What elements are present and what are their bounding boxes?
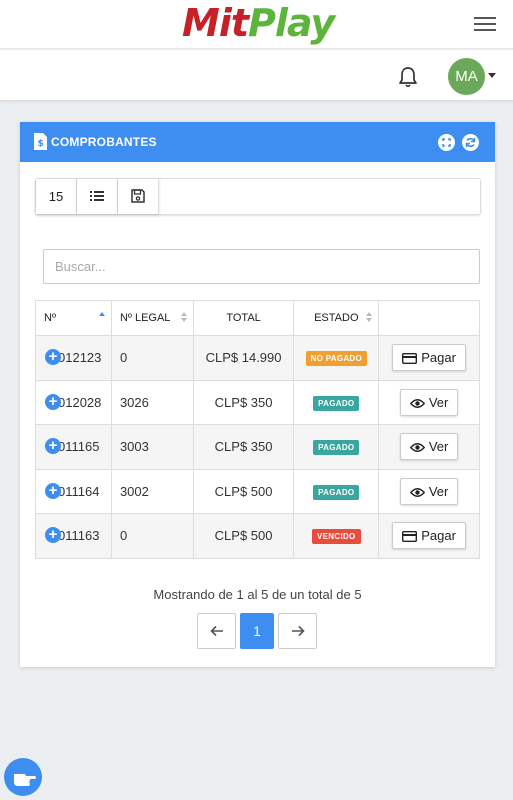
cell-total: CLP$ 350: [192, 424, 295, 470]
cell-action: Pagar: [378, 513, 480, 559]
column-header-actions: [378, 300, 480, 336]
cell-estado: NO PAGADO: [293, 335, 380, 381]
status-badge: VENCIDO: [312, 529, 361, 545]
cell-total: CLP$ 350: [192, 379, 295, 425]
page-size-button[interactable]: 15: [36, 179, 77, 214]
card-header: $ COMPROBANTES: [20, 122, 495, 162]
table-row: +011165 3003 CLP$ 350 PAGADO Ver: [35, 424, 480, 470]
card-title: COMPROBANTES: [51, 135, 157, 149]
cell-total: CLP$ 500: [192, 513, 295, 559]
bell-icon[interactable]: [398, 66, 418, 88]
column-header-numero[interactable]: Nº: [35, 300, 112, 336]
cell-numero: +012028: [35, 379, 112, 425]
next-page-button[interactable]: [278, 613, 317, 649]
help-fab-button[interactable]: [4, 758, 42, 796]
sort-icon: [366, 312, 373, 324]
fullscreen-icon[interactable]: [438, 134, 455, 151]
cell-legal: 0: [110, 513, 194, 559]
comprobantes-table: Nº Nº LEGAL TOTAL ESTADO +012123 0 CLP$ …: [35, 300, 480, 559]
table-row: +011164 3002 CLP$ 500 PAGADO Ver: [35, 468, 480, 514]
top-bar: MitPlay: [0, 0, 513, 49]
search-input[interactable]: [43, 249, 480, 284]
cell-numero: +012123: [35, 335, 112, 381]
cell-legal: 3002: [110, 468, 194, 514]
table-row: +012028 3026 CLP$ 350 PAGADO Ver: [35, 379, 480, 425]
status-badge: NO PAGADO: [305, 351, 368, 367]
export-button[interactable]: [118, 179, 159, 214]
document-icon: $: [34, 133, 47, 150]
card-icon: [402, 353, 418, 365]
prev-page-button[interactable]: [197, 613, 236, 649]
column-header-total[interactable]: TOTAL: [192, 300, 295, 336]
table-toolbar: 15: [35, 178, 481, 215]
cell-action: Ver: [378, 424, 480, 470]
cell-action: Ver: [378, 468, 480, 514]
arrow-right-icon: [291, 625, 305, 637]
pagar-button[interactable]: Pagar: [392, 522, 466, 550]
columns-button[interactable]: [77, 179, 118, 214]
svg-text:$: $: [38, 139, 44, 149]
cell-numero: +011164: [35, 468, 112, 514]
table-row: +011163 0 CLP$ 500 VENCIDO Pagar: [35, 513, 480, 559]
pagar-button[interactable]: Pagar: [392, 344, 466, 372]
mitplay-logo[interactable]: MitPlay: [182, 0, 335, 46]
table-header-row: Nº Nº LEGAL TOTAL ESTADO: [35, 300, 480, 336]
cell-action: Pagar: [378, 335, 480, 381]
ver-button[interactable]: Ver: [399, 477, 459, 505]
cell-estado: VENCIDO: [293, 513, 380, 559]
column-header-legal[interactable]: Nº LEGAL: [110, 300, 194, 336]
refresh-icon[interactable]: [462, 134, 479, 151]
cell-total: CLP$ 14.990: [192, 335, 295, 381]
page-1-button[interactable]: 1: [240, 613, 274, 649]
eye-icon: [409, 487, 425, 497]
menu-icon[interactable]: [474, 16, 496, 32]
cell-numero: +011163: [35, 513, 112, 559]
cell-total: CLP$ 500: [192, 468, 295, 514]
sort-asc-icon: [98, 312, 105, 324]
status-badge: PAGADO: [313, 440, 360, 456]
arrow-left-icon: [209, 625, 223, 637]
card-icon: [402, 531, 418, 543]
cell-legal: 3026: [110, 379, 194, 425]
cell-estado: PAGADO: [293, 424, 380, 470]
cell-numero: +011165: [35, 424, 112, 470]
hand-pointer-icon: [14, 774, 36, 786]
user-bar: [0, 50, 513, 101]
cell-legal: 3003: [110, 424, 194, 470]
user-menu-caret-icon[interactable]: [488, 73, 496, 78]
expand-row-icon[interactable]: +: [45, 349, 61, 365]
sort-icon: [180, 312, 187, 324]
cell-estado: PAGADO: [293, 379, 380, 425]
cell-estado: PAGADO: [293, 468, 380, 514]
list-icon: [90, 191, 104, 201]
eye-icon: [409, 398, 425, 408]
table-row: +012123 0 CLP$ 14.990 NO PAGADO Pagar: [35, 335, 480, 381]
status-badge: PAGADO: [313, 484, 360, 500]
expand-row-icon[interactable]: +: [45, 527, 61, 543]
save-icon: [131, 189, 145, 203]
expand-row-icon[interactable]: +: [45, 393, 61, 410]
cell-action: Ver: [378, 379, 480, 425]
ver-button[interactable]: Ver: [399, 433, 459, 461]
ver-button[interactable]: Ver: [399, 388, 459, 416]
status-badge: PAGADO: [313, 395, 360, 411]
pagination-info: Mostrando de 1 al 5 de un total de 5: [153, 587, 362, 602]
expand-row-icon[interactable]: +: [45, 438, 61, 454]
comprobantes-card: $ COMPROBANTES 15 Nº Nº LEGAL TOTAL ESTA…: [20, 122, 495, 667]
cell-legal: 0: [110, 335, 194, 381]
eye-icon: [409, 443, 425, 453]
expand-row-icon[interactable]: +: [45, 482, 61, 499]
avatar[interactable]: MA: [448, 58, 485, 95]
column-header-estado[interactable]: ESTADO: [293, 300, 380, 336]
